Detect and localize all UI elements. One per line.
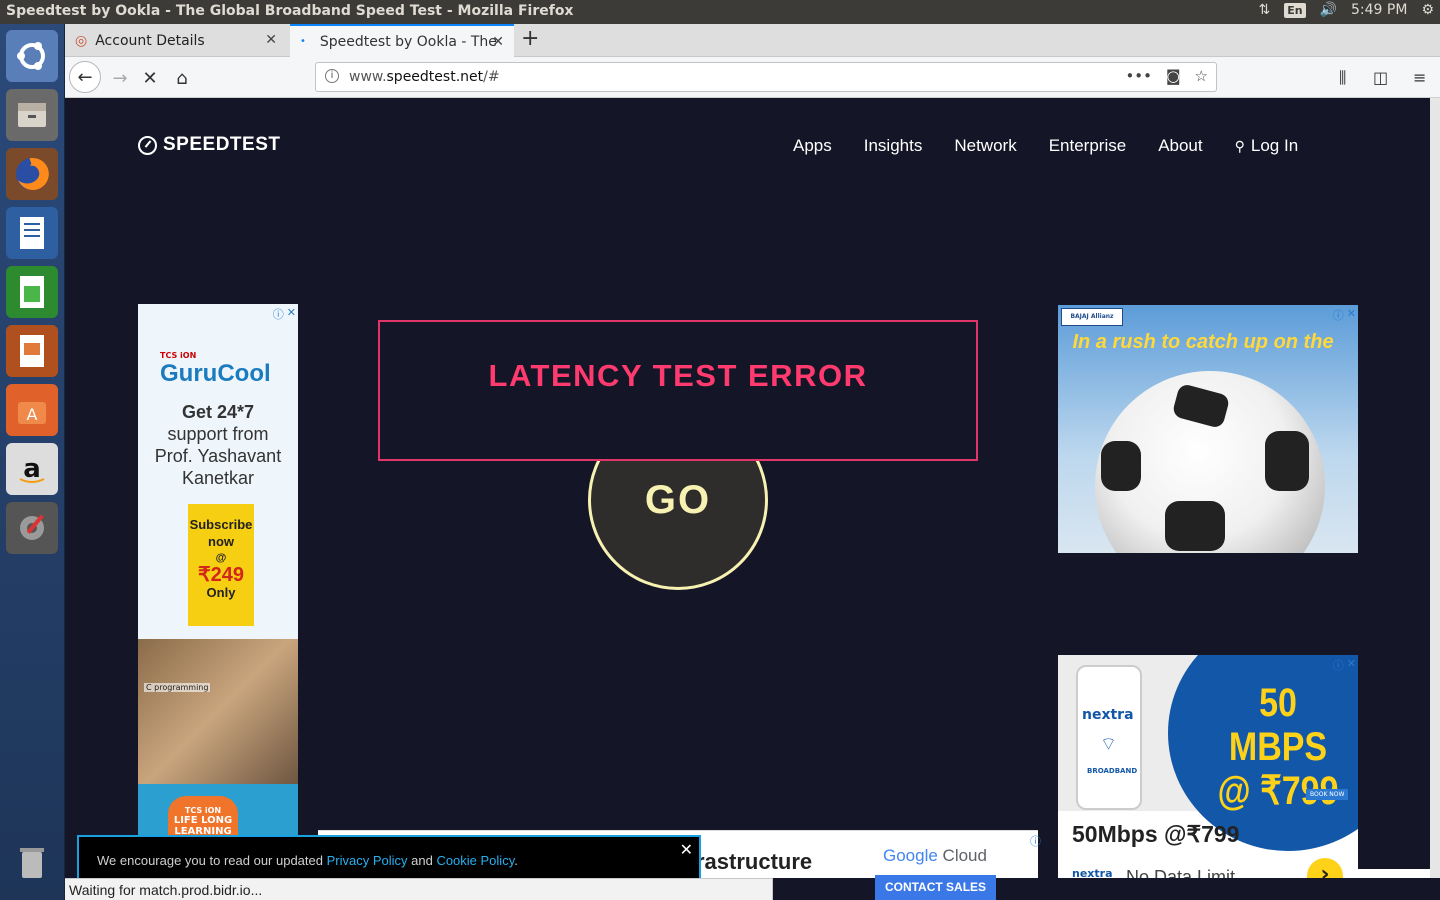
system-gear-icon[interactable]: ⚙ — [1421, 2, 1434, 18]
close-icon[interactable]: ✕ — [680, 840, 693, 859]
contact-sales-button[interactable]: CONTACT SALES — [875, 875, 996, 900]
ad-right-nextra[interactable]: nextra ⌔ BROADBAND 50 MBPS @ ₹799 BOOK N… — [1058, 655, 1358, 878]
keyboard-layout-indicator[interactable]: En — [1284, 2, 1306, 18]
unity-launcher: A a — [0, 24, 65, 900]
new-tab-plus-icon[interactable]: + — [521, 26, 539, 51]
amazon-icon[interactable]: a — [6, 443, 58, 495]
ad-subtitle: No Data Limit — [1126, 867, 1236, 878]
adchoices-icon[interactable]: ⓘ — [1030, 833, 1041, 849]
library-icon[interactable]: ⫼ — [1339, 68, 1346, 88]
software-center-icon[interactable]: A — [6, 384, 58, 436]
site-nav: Apps Insights Network Enterprise About ⚲… — [793, 136, 1298, 156]
google-cloud-logo: Google Cloud — [883, 846, 987, 865]
ubuntu-icon[interactable] — [6, 30, 58, 82]
trash-icon[interactable] — [6, 836, 58, 888]
adchoices-label[interactable]: dChoices — [1358, 869, 1430, 878]
privacy-policy-link[interactable]: Privacy Policy — [327, 853, 408, 868]
adchoices-icon[interactable]: ⓘ ✕ — [1333, 307, 1356, 323]
impress-icon[interactable] — [6, 325, 58, 377]
system-settings-icon[interactable] — [6, 502, 58, 554]
adchoices-icon[interactable]: ⓘ ✕ — [1333, 657, 1356, 673]
ad-photo: C programming — [138, 639, 298, 784]
page-actions-icon[interactable]: ••• — [1125, 67, 1152, 85]
svg-text:A: A — [27, 405, 38, 424]
clock[interactable]: 5:49 PM — [1351, 2, 1407, 18]
tab-account-details[interactable]: ◎ Account Details ✕ — [65, 24, 287, 57]
nav-insights[interactable]: Insights — [864, 136, 923, 156]
ad-title: 50Mbps @₹799 — [1072, 821, 1240, 847]
navigation-toolbar: ← → ✕ ⌂ i www.speedtest.net/# ••• ◙ ☆ ⫼ … — [65, 57, 1440, 98]
book-now-button[interactable]: BOOK NOW — [1306, 789, 1349, 800]
writer-icon[interactable] — [6, 207, 58, 259]
close-tab-icon[interactable]: ✕ — [492, 34, 504, 50]
stop-loading-icon[interactable]: ✕ — [135, 63, 165, 93]
ad-headline: In a rush to catch up on the — [1072, 331, 1334, 353]
cookie-text: We encourage you to read our updated Pri… — [97, 853, 518, 868]
back-arrow-icon[interactable]: ← — [69, 61, 101, 93]
firefox-icon[interactable] — [6, 148, 58, 200]
close-tab-icon[interactable]: ✕ — [265, 32, 277, 48]
tab-favicon-icon: ◎ — [75, 32, 88, 49]
home-icon[interactable]: ⌂ — [167, 63, 197, 93]
pocket-icon[interactable]: ◙ — [1166, 67, 1181, 85]
url-text[interactable]: www.speedtest.net/# — [349, 69, 500, 85]
nav-network[interactable]: Network — [954, 136, 1016, 156]
nav-apps[interactable]: Apps — [793, 136, 832, 156]
error-dialog: LATENCY TEST ERROR — [378, 320, 978, 461]
page-scrollbar[interactable] — [1430, 98, 1440, 878]
cookie-notice: We encourage you to read our updated Pri… — [77, 835, 701, 878]
adchoices-icon[interactable]: ⓘ ✕ — [273, 306, 296, 322]
ad-brand: GuruCool — [160, 360, 271, 387]
status-bar: Waiting for match.prod.bidr.io... — [65, 878, 773, 900]
phone-image: nextra ⌔ BROADBAND — [1076, 665, 1142, 810]
ad-small-logo: nextra — [1072, 867, 1113, 878]
loading-dot-icon: • — [300, 36, 306, 47]
forward-arrow-icon[interactable]: → — [105, 63, 135, 93]
svg-text:a: a — [23, 454, 41, 484]
tab-label: Account Details — [95, 32, 205, 49]
ad-logo: BAJAJ Allianz — [1061, 308, 1123, 326]
volume-icon[interactable]: 🔊 — [1320, 2, 1337, 18]
site-info-icon[interactable]: i — [325, 69, 339, 83]
nav-about[interactable]: About — [1158, 136, 1202, 156]
ad-bottom-text: rastructure — [696, 849, 813, 874]
os-top-bar: Speedtest by Ookla - The Global Broadban… — [0, 0, 1440, 24]
nav-login[interactable]: ⚲ Log In — [1235, 136, 1299, 156]
football-image — [1095, 371, 1325, 553]
nav-enterprise[interactable]: Enterprise — [1049, 136, 1126, 156]
system-tray: ⇅ En 🔊 5:49 PM ⚙ — [1258, 2, 1434, 18]
error-message: LATENCY TEST ERROR — [488, 358, 868, 393]
tab-bar: ◎ Account Details ✕ • Speedtest by Ookla… — [65, 24, 1440, 57]
network-icon[interactable]: ⇅ — [1258, 2, 1270, 18]
sidebar-icon[interactable]: ◫ — [1373, 68, 1388, 87]
page-content: SPEEDTEST Apps Insights Network Enterpri… — [65, 98, 1430, 878]
hamburger-menu-icon[interactable]: ≡ — [1413, 68, 1426, 87]
ad-right-football[interactable]: ⓘ ✕ BAJAJ Allianz In a rush to catch up o… — [1058, 305, 1358, 553]
ad-subscribe-cta[interactable]: Subscribe now @ ₹249 Only — [188, 504, 254, 626]
calc-icon[interactable] — [6, 266, 58, 318]
window-title: Speedtest by Ookla - The Global Broadban… — [6, 3, 574, 19]
tab-speedtest[interactable]: • Speedtest by Ookla - The ✕ — [290, 24, 514, 57]
ad-left-gurucool[interactable]: ⓘ ✕ TCS iON GuruCool Get 24*7 support fro… — [138, 304, 298, 878]
files-icon[interactable] — [6, 89, 58, 141]
wifi-icon: ⌔ — [1100, 734, 1117, 755]
tab-label: Speedtest by Ookla - The — [319, 33, 497, 50]
ad-brand-small: TCS iON — [160, 351, 197, 360]
speedtest-logo[interactable]: SPEEDTEST — [138, 134, 280, 156]
user-icon: ⚲ — [1234, 137, 1245, 154]
bookmark-star-icon[interactable]: ☆ — [1195, 67, 1208, 85]
chevron-right-icon[interactable]: › — [1307, 858, 1343, 878]
gauge-icon — [138, 135, 157, 155]
cookie-policy-link[interactable]: Cookie Policy — [436, 853, 514, 868]
ad-tagline: Get 24*7 support from Prof. Yashavant Ka… — [154, 402, 282, 488]
url-bar[interactable]: i www.speedtest.net/# ••• ◙ ☆ — [315, 62, 1217, 92]
